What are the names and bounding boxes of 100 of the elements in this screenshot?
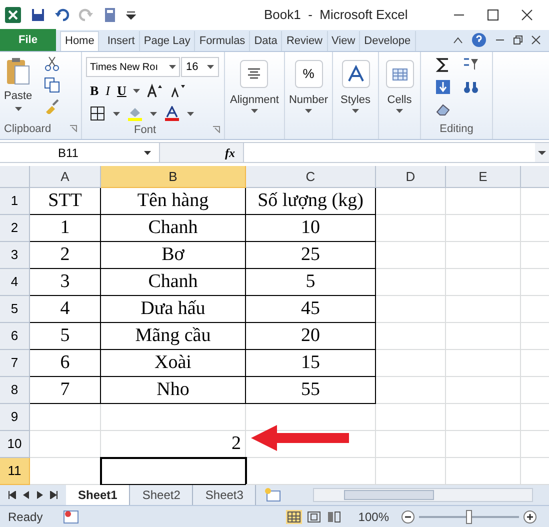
first-sheet-icon[interactable] (8, 491, 16, 499)
calculator-icon[interactable] (102, 7, 118, 23)
binoculars-icon[interactable] (462, 79, 478, 95)
zoom-in-icon[interactable] (523, 510, 537, 524)
paste-label[interactable]: Paste (4, 88, 32, 104)
ribbon-tab[interactable]: Page Lay (140, 31, 196, 51)
table-cell (376, 431, 446, 458)
ribbon-tab[interactable]: Data (250, 31, 282, 51)
zoom-slider-thumb[interactable] (466, 510, 472, 524)
ribbon-tab[interactable]: Develope (360, 31, 416, 51)
collapse-ribbon-icon[interactable] (453, 36, 463, 44)
dialog-launcher-icon[interactable] (70, 125, 77, 132)
file-tab[interactable]: File (0, 29, 56, 51)
caret-icon[interactable] (133, 88, 140, 93)
sheet-tab[interactable]: Sheet2 (130, 485, 194, 505)
row-header[interactable]: 9 (0, 404, 30, 431)
row-header[interactable]: 3 (0, 242, 30, 269)
table-cell (376, 242, 446, 269)
zoom-out-icon[interactable] (401, 510, 415, 524)
caret-icon[interactable] (396, 108, 403, 112)
ribbon-button-label[interactable]: Alignment (230, 92, 279, 108)
underline-button[interactable]: U (117, 81, 126, 100)
customize-menu-icon[interactable] (126, 10, 136, 20)
group-label: Editing (440, 122, 474, 136)
restore-icon[interactable] (513, 35, 523, 45)
caret-icon[interactable] (150, 112, 157, 116)
ribbon-tab[interactable]: Formulas (195, 31, 250, 51)
sheet-tab[interactable]: Sheet1 (66, 485, 130, 505)
dialog-launcher-icon[interactable] (213, 126, 220, 134)
row-header[interactable]: 5 (0, 296, 30, 323)
fill-down-icon[interactable] (434, 79, 450, 95)
cells-icon[interactable] (386, 60, 414, 88)
number-format-button[interactable]: % (294, 60, 322, 88)
caret-icon[interactable] (169, 65, 176, 69)
grow-font-icon[interactable] (147, 82, 164, 99)
undo-icon[interactable] (54, 7, 70, 23)
italic-button[interactable]: I (106, 81, 110, 100)
new-sheet-icon[interactable] (264, 488, 282, 502)
align-center-icon[interactable] (240, 60, 268, 88)
ribbon-tab[interactable]: Insert (103, 31, 140, 51)
column-header[interactable]: C (246, 166, 376, 188)
caret-icon[interactable] (352, 108, 359, 112)
row-header[interactable]: 8 (0, 377, 30, 404)
caret-icon[interactable] (144, 150, 151, 154)
zoom-level[interactable]: 100% (358, 508, 389, 526)
expand-icon[interactable] (535, 143, 549, 162)
brush-icon[interactable] (44, 98, 60, 114)
column-header[interactable]: B (101, 166, 246, 188)
save-icon[interactable] (30, 7, 46, 23)
row-header[interactable]: 6 (0, 323, 30, 350)
normal-view-icon[interactable] (286, 510, 302, 524)
close-icon[interactable] (531, 35, 541, 45)
fill-color-icon[interactable] (127, 106, 143, 122)
styles-icon[interactable] (342, 60, 370, 88)
caret-icon[interactable] (14, 106, 22, 110)
scissors-icon[interactable] (44, 56, 60, 72)
table-cell: Bơ (101, 242, 246, 269)
next-sheet-icon[interactable] (36, 491, 44, 499)
help-icon[interactable] (471, 32, 487, 48)
ribbon-button-label[interactable]: Number (288, 92, 328, 108)
column-header[interactable]: A (30, 166, 101, 188)
row-header[interactable]: 11 (0, 458, 30, 485)
close-icon[interactable] (521, 9, 533, 21)
font-color-icon[interactable] (164, 106, 180, 122)
row-header[interactable]: 4 (0, 269, 30, 296)
ribbon-tab[interactable]: Review (282, 31, 328, 51)
column-header[interactable]: D (376, 166, 446, 188)
paste-clipboard-icon[interactable] (5, 56, 32, 86)
caret-icon[interactable] (305, 108, 312, 112)
ribbon-button-label[interactable]: Cells (387, 92, 412, 108)
spreadsheet-logo-icon[interactable] (4, 6, 22, 24)
ribbon-tab[interactable]: Home (60, 31, 100, 51)
page-layout-icon[interactable] (306, 510, 322, 524)
shrink-font-icon[interactable] (170, 82, 186, 99)
maximize-icon[interactable] (487, 9, 499, 21)
caret-icon[interactable] (187, 112, 194, 116)
column-header[interactable]: E (446, 166, 521, 188)
last-sheet-icon[interactable] (50, 491, 58, 499)
font-size-field[interactable]: 16 (181, 57, 219, 77)
borders-icon[interactable] (90, 106, 106, 122)
font-name-field[interactable]: Times New Roı (86, 57, 180, 77)
macro-record-icon[interactable] (62, 510, 79, 524)
horizontal-scrollbar[interactable] (313, 488, 533, 502)
page-break-icon[interactable] (326, 510, 342, 524)
previous-sheet-icon[interactable] (22, 491, 30, 499)
copy-icon[interactable] (44, 77, 60, 93)
row-header[interactable]: 10 (0, 431, 30, 458)
ribbon-tab[interactable]: View (328, 31, 360, 51)
insert-function-button[interactable]: fx (225, 144, 235, 162)
bold-button[interactable]: B (90, 81, 99, 100)
ribbon-button-label[interactable]: Styles (340, 92, 370, 108)
caret-icon[interactable] (250, 108, 258, 112)
table-cell: Xoài (101, 350, 246, 377)
sum-icon[interactable] (434, 57, 450, 73)
sheet-tab[interactable]: Sheet3 (193, 485, 256, 505)
row-header[interactable]: 1 (0, 188, 30, 215)
row-header[interactable]: 7 (0, 350, 30, 377)
caret-icon[interactable] (113, 112, 120, 116)
row-header[interactable]: 2 (0, 215, 30, 242)
caret-icon[interactable] (207, 65, 214, 69)
